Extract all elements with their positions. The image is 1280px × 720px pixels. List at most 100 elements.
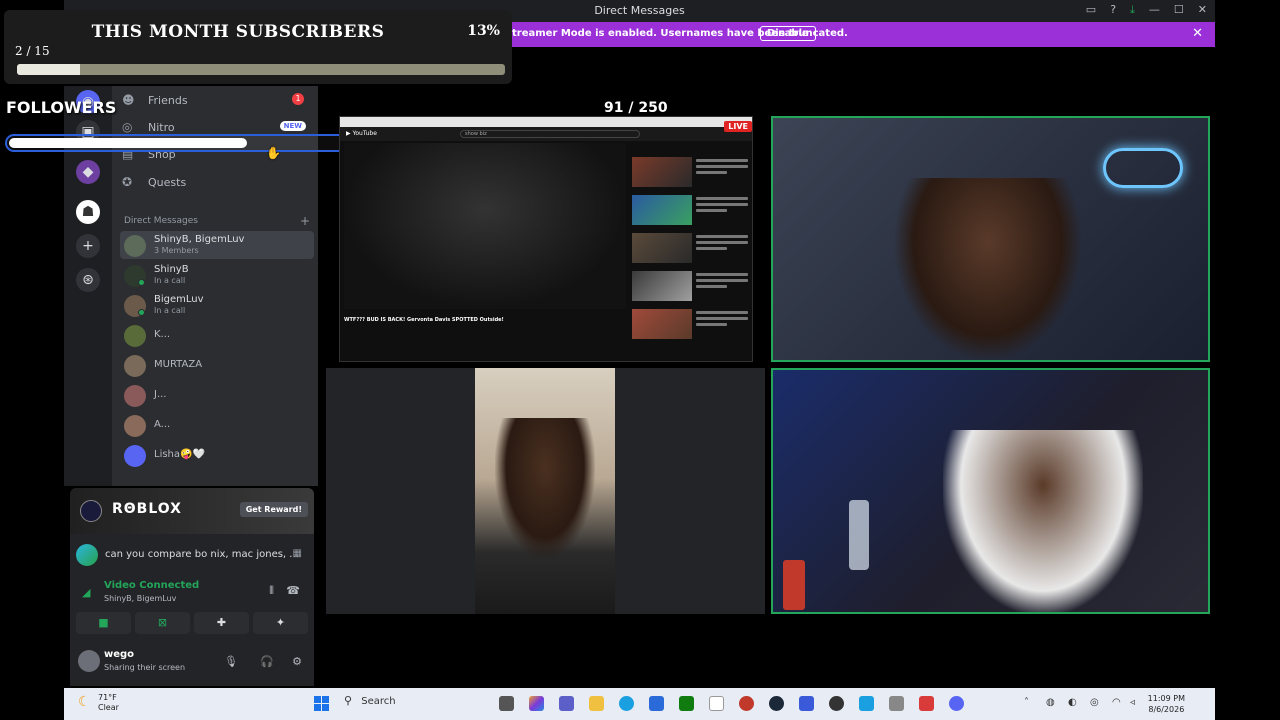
- activity-avatar: [76, 544, 98, 566]
- subscribers-count: 2 / 15: [15, 44, 50, 58]
- obs-icon[interactable]: [739, 696, 754, 711]
- task-view-icon[interactable]: [499, 696, 514, 711]
- dm-item[interactable]: MURTAZA: [120, 351, 314, 379]
- weather-widget[interactable]: ☾ 71°F Clear: [78, 693, 119, 713]
- user-info: wego Sharing their screen 🎙 🎧 ⚙: [76, 648, 308, 678]
- dm-item[interactable]: BigemLuv In a call: [120, 291, 314, 319]
- edge-icon[interactable]: [619, 696, 634, 711]
- settings-gear-icon[interactable]: ⚙: [292, 655, 302, 668]
- youtube-logo: ▶ YouTube: [346, 130, 377, 137]
- microphone-icon[interactable]: 🎙: [224, 655, 238, 668]
- steam-icon[interactable]: [769, 696, 784, 711]
- close-banner-icon[interactable]: ✕: [1192, 26, 1203, 41]
- dm-name: K...: [154, 329, 171, 340]
- help-icon[interactable]: ?: [1110, 3, 1116, 17]
- activities-button[interactable]: ✚: [194, 612, 249, 634]
- app-icon[interactable]: [919, 696, 934, 711]
- server-icon[interactable]: ☗: [76, 200, 100, 224]
- nitro-icon: ◎: [122, 120, 133, 134]
- subscribers-progress-fill: [17, 64, 81, 75]
- avatar: [124, 445, 146, 467]
- video-thumbnail: [632, 271, 692, 301]
- notepad-icon[interactable]: [709, 696, 724, 711]
- dm-item[interactable]: J...: [120, 381, 314, 409]
- store-icon[interactable]: [649, 696, 664, 711]
- video-thumbnail: [632, 309, 692, 339]
- headphones-icon[interactable]: 🎧: [260, 655, 274, 668]
- inbox-icon[interactable]: ▭: [1086, 3, 1096, 17]
- app-icon[interactable]: [859, 696, 874, 711]
- video-thumbnail: [632, 233, 692, 263]
- taskbar-search[interactable]: ⚲ Search: [344, 694, 396, 707]
- windows-start-icon[interactable]: [314, 696, 329, 711]
- dm-subtext: In a call: [154, 306, 186, 315]
- dm-item[interactable]: A...: [120, 411, 314, 439]
- noise-suppression-icon[interactable]: ⦀: [269, 584, 274, 598]
- add-server-icon[interactable]: +: [76, 234, 100, 258]
- taskbar-clock[interactable]: 11:09 PM 8/6/2026: [1148, 693, 1185, 715]
- camera-button[interactable]: ■: [76, 612, 131, 634]
- create-dm-icon[interactable]: +: [300, 214, 310, 228]
- file-explorer-icon[interactable]: [589, 696, 604, 711]
- avatar[interactable]: [78, 650, 100, 672]
- dm-header: Direct Messages +: [124, 214, 310, 228]
- discord-icon[interactable]: [949, 696, 964, 711]
- maximize-icon[interactable]: ☐: [1174, 3, 1184, 17]
- video-tile[interactable]: [475, 368, 615, 614]
- nav-label: Friends: [148, 93, 188, 107]
- activity-menu-icon[interactable]: ▦: [293, 548, 302, 559]
- person-silhouette: [495, 418, 595, 558]
- dm-item[interactable]: ShinyB, BigemLuv 3 Members: [120, 231, 314, 259]
- nav-label: Nitro: [148, 120, 175, 134]
- download-icon[interactable]: ⤓: [1130, 3, 1135, 17]
- tray-app-icon[interactable]: ◎: [1090, 697, 1099, 708]
- followers-progress-fill: [9, 138, 247, 148]
- teams-icon[interactable]: [559, 696, 574, 711]
- close-icon[interactable]: ✕: [1198, 3, 1207, 17]
- screen-share-button[interactable]: ⊠: [135, 612, 190, 634]
- wifi-icon[interactable]: ◠: [1112, 697, 1121, 708]
- nav-quests[interactable]: ✪ Quests: [122, 170, 312, 194]
- video-meta: [696, 311, 748, 331]
- settings-app-icon[interactable]: [889, 696, 904, 711]
- screen-share-tile[interactable]: ▶ YouTube show biz WTF??? BUD IS BACK! G…: [339, 116, 753, 362]
- tray-app-icon[interactable]: ◍: [1046, 697, 1055, 708]
- dm-item[interactable]: K...: [120, 321, 314, 349]
- chrome-icon[interactable]: [829, 696, 844, 711]
- copilot-icon[interactable]: [529, 696, 544, 711]
- voice-channel-name[interactable]: ShinyB, BigemLuv: [104, 594, 176, 603]
- neon-sign: [1103, 148, 1183, 188]
- xbox-icon[interactable]: [679, 696, 694, 711]
- status-dot: [138, 279, 145, 286]
- dm-item[interactable]: Lisha🤪🤍: [120, 441, 314, 469]
- nav-friends[interactable]: ☻ Friends 1: [122, 88, 312, 112]
- username[interactable]: wego: [104, 649, 134, 660]
- video-tile[interactable]: [771, 116, 1210, 362]
- new-badge: NEW: [279, 121, 306, 131]
- dm-header-label: Direct Messages: [124, 216, 198, 226]
- server-icon[interactable]: ◆: [76, 160, 100, 184]
- minimize-icon[interactable]: —: [1149, 3, 1160, 17]
- video-tile[interactable]: [771, 368, 1210, 614]
- browser-tabbar: [340, 117, 752, 127]
- tray-chevron-icon[interactable]: ˄: [1024, 697, 1029, 708]
- tray-app-icon[interactable]: ◐: [1068, 697, 1077, 708]
- streamer-mode-banner: treamer Mode is enabled. Usernames have …: [510, 22, 1215, 47]
- promo-brand: RΘBLOX: [112, 501, 182, 517]
- dm-name: ShinyB, BigemLuv: [154, 234, 245, 245]
- titlebar-controls: ▭ ? ⤓ — ☐ ✕: [1086, 3, 1207, 17]
- get-reward-button[interactable]: Get Reward!: [239, 502, 308, 517]
- volume-icon[interactable]: ◃: [1130, 697, 1135, 708]
- voice-status-label[interactable]: Video Connected: [104, 580, 199, 591]
- video-meta: [696, 235, 748, 255]
- disconnect-icon[interactable]: ☎: [286, 584, 300, 597]
- status-dot: [138, 309, 145, 316]
- discover-icon[interactable]: ⊛: [76, 268, 100, 292]
- app-icon[interactable]: [799, 696, 814, 711]
- soundboard-button[interactable]: ✦: [253, 612, 308, 634]
- dm-name: Lisha🤪🤍: [154, 449, 205, 460]
- notification-badge: 1: [292, 93, 304, 105]
- disable-streamer-mode-button[interactable]: Disable: [760, 26, 816, 41]
- dm-item[interactable]: ShinyB In a call: [120, 261, 314, 289]
- avatar: [124, 235, 146, 257]
